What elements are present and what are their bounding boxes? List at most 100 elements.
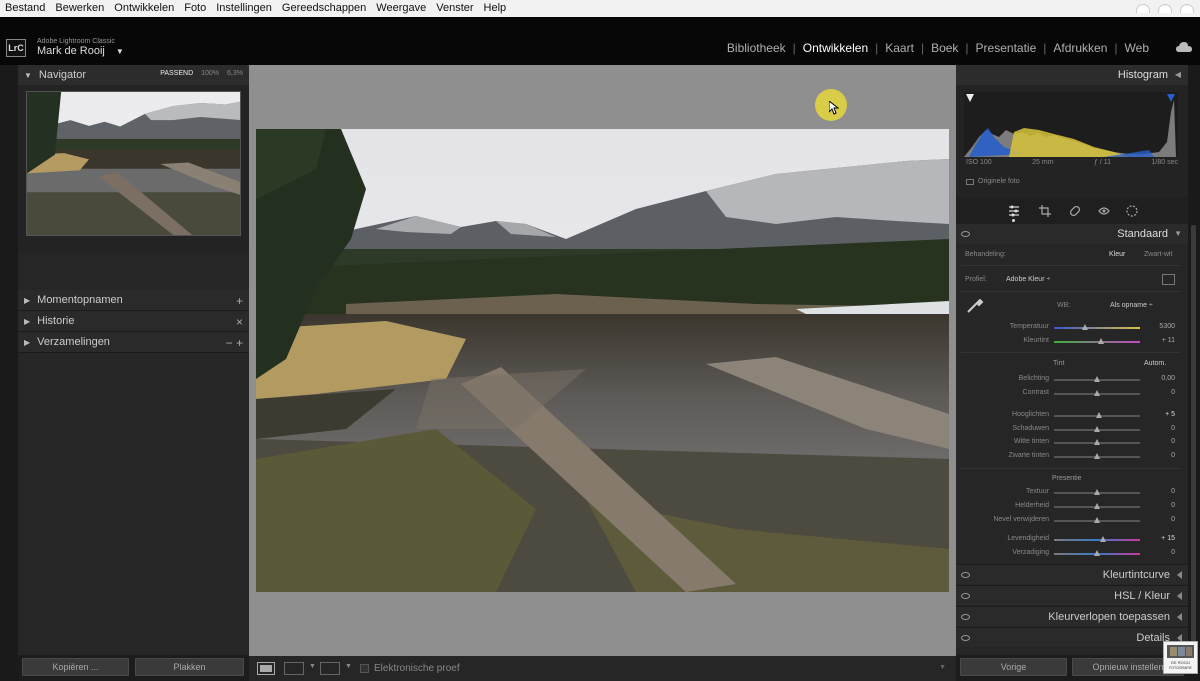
wb-select[interactable]: Als opname ÷ <box>1110 302 1153 309</box>
slider-knob[interactable] <box>1095 412 1102 418</box>
previous-button[interactable]: Vorige <box>960 658 1067 676</box>
basic-panel-header[interactable]: Standaard ▼ <box>956 224 1188 244</box>
slider-knob[interactable] <box>1094 376 1100 382</box>
right-scrollbar[interactable] <box>1188 65 1200 681</box>
edit-sliders-icon[interactable] <box>1008 205 1020 217</box>
temp-slider-knob[interactable] <box>1082 324 1088 330</box>
scrollbar-thumb[interactable] <box>1191 225 1196 665</box>
slider-value[interactable]: 0 <box>1144 516 1175 523</box>
auto-button[interactable]: Autom. <box>1144 360 1166 367</box>
tint-slider-knob[interactable] <box>1098 338 1104 344</box>
original-photo-toggle[interactable]: Originele foto <box>966 178 1020 185</box>
navigator-thumbnail[interactable] <box>26 91 241 236</box>
slider-knob[interactable] <box>1094 517 1100 523</box>
tint-value[interactable]: + 11 <box>1144 337 1175 344</box>
eyedropper-icon[interactable] <box>965 295 985 315</box>
red-eye-icon[interactable] <box>1098 205 1110 217</box>
before-after-icon[interactable] <box>284 662 304 675</box>
window-control[interactable] <box>1136 4 1150 13</box>
eye-icon[interactable] <box>961 614 970 620</box>
slider-knob[interactable] <box>1094 439 1100 446</box>
zoom-100[interactable]: 100% <box>201 70 219 77</box>
tint-slider-track[interactable] <box>1054 341 1140 343</box>
menu-bestand[interactable]: Bestand <box>0 0 50 17</box>
module-bibliotheek[interactable]: Bibliotheek <box>720 41 793 55</box>
chevron-down-icon[interactable]: ▼ <box>309 663 316 670</box>
histogram-graph[interactable] <box>964 92 1178 157</box>
menu-ontwikkelen[interactable]: Ontwikkelen <box>109 0 179 17</box>
section-color-grading[interactable]: Kleurverlopen toepassen <box>956 606 1188 626</box>
temp-value[interactable]: 5300 <box>1144 323 1175 330</box>
slider-value[interactable]: + 5 <box>1144 411 1175 418</box>
healing-brush-icon[interactable] <box>1069 205 1081 217</box>
add-remove-icon[interactable]: − + <box>226 336 243 350</box>
menu-instellingen[interactable]: Instellingen <box>211 0 277 17</box>
user-name[interactable]: Mark de Rooij ▼ <box>37 45 124 57</box>
toolbar-menu-icon[interactable]: ▼ <box>939 664 946 671</box>
navigator-header[interactable]: ▼ Navigator PASSEND 100% 6,3% <box>18 65 249 85</box>
window-control[interactable] <box>1158 4 1172 13</box>
profile-browser-grid-icon[interactable] <box>1162 274 1175 285</box>
section-tone-curve[interactable]: Kleurtintcurve <box>956 564 1188 584</box>
slider-value[interactable]: 0 <box>1144 438 1175 445</box>
section-details[interactable]: Details <box>956 627 1188 647</box>
module-web[interactable]: Web <box>1118 41 1156 55</box>
slider-value[interactable]: 0 <box>1144 549 1175 556</box>
module-afdrukken[interactable]: Afdrukken <box>1046 41 1114 55</box>
slider-value[interactable]: 0 <box>1144 389 1175 396</box>
menu-bewerken[interactable]: Bewerken <box>50 0 109 17</box>
section-historie[interactable]: ▶ Historie × <box>18 311 249 332</box>
module-ontwikkelen[interactable]: Ontwikkelen <box>796 41 875 55</box>
slider-knob[interactable] <box>1094 425 1100 432</box>
add-icon[interactable]: + <box>236 294 243 308</box>
eye-icon[interactable] <box>961 231 970 237</box>
chevron-down-icon[interactable]: ▼ <box>345 663 352 670</box>
slider-knob[interactable] <box>1094 390 1100 396</box>
soft-proof-checkbox[interactable] <box>360 664 369 673</box>
slider-value[interactable]: 0 <box>1144 488 1175 495</box>
slider-value[interactable]: + 15 <box>1144 535 1175 542</box>
main-photo[interactable] <box>256 129 949 592</box>
zoom-custom[interactable]: 6,3% <box>227 70 243 77</box>
section-verzamelingen[interactable]: ▶ Verzamelingen − + <box>18 332 249 353</box>
slider-value[interactable]: 0 <box>1144 502 1175 509</box>
slider-knob[interactable] <box>1094 550 1100 556</box>
temp-slider-track[interactable] <box>1054 327 1140 329</box>
copy-button[interactable]: Kopiëren ... <box>22 658 129 676</box>
masking-icon[interactable] <box>1126 205 1138 217</box>
menu-foto[interactable]: Foto <box>179 0 211 17</box>
module-kaart[interactable]: Kaart <box>878 41 921 55</box>
slider-value[interactable]: 0,00 <box>1144 375 1175 382</box>
treatment-bw-option[interactable]: Zwart-wit <box>1144 251 1172 258</box>
slider-value[interactable]: 0 <box>1144 452 1175 459</box>
left-panel-edge[interactable] <box>0 65 18 681</box>
treatment-color-option[interactable]: Kleur <box>1109 251 1125 258</box>
slider-track[interactable] <box>1054 539 1140 541</box>
section-momentopnamen[interactable]: ▶ Momentopnamen + <box>18 290 249 311</box>
menu-help[interactable]: Help <box>479 0 512 17</box>
slider-value[interactable]: 0 <box>1144 425 1175 432</box>
profile-select[interactable]: Adobe Kleur ÷ <box>1006 276 1050 283</box>
menu-venster[interactable]: Venster <box>431 0 478 17</box>
window-control[interactable] <box>1180 4 1194 13</box>
loupe-view-icon[interactable] <box>257 662 275 675</box>
crop-icon[interactable] <box>1039 205 1051 217</box>
menu-weergave[interactable]: Weergave <box>371 0 431 17</box>
cloud-icon[interactable] <box>1176 41 1192 53</box>
module-presentatie[interactable]: Presentatie <box>969 41 1044 55</box>
zoom-fit[interactable]: PASSEND <box>160 70 193 77</box>
before-after-toggle-icon[interactable] <box>320 662 340 675</box>
slider-knob[interactable] <box>1094 489 1100 495</box>
eye-icon[interactable] <box>961 572 970 578</box>
clear-icon[interactable]: × <box>236 315 243 329</box>
slider-knob[interactable] <box>1100 536 1107 542</box>
menu-gereedschappen[interactable]: Gereedschappen <box>277 0 371 17</box>
paste-button[interactable]: Plakken <box>135 658 244 676</box>
slider-knob[interactable] <box>1094 503 1100 509</box>
slider-knob[interactable] <box>1094 453 1100 460</box>
module-boek[interactable]: Boek <box>924 41 965 55</box>
eye-icon[interactable] <box>961 593 970 599</box>
eye-icon[interactable] <box>961 635 970 641</box>
section-hsl[interactable]: HSL / Kleur <box>956 585 1188 605</box>
histogram-header[interactable]: Histogram ◀ <box>956 65 1188 85</box>
